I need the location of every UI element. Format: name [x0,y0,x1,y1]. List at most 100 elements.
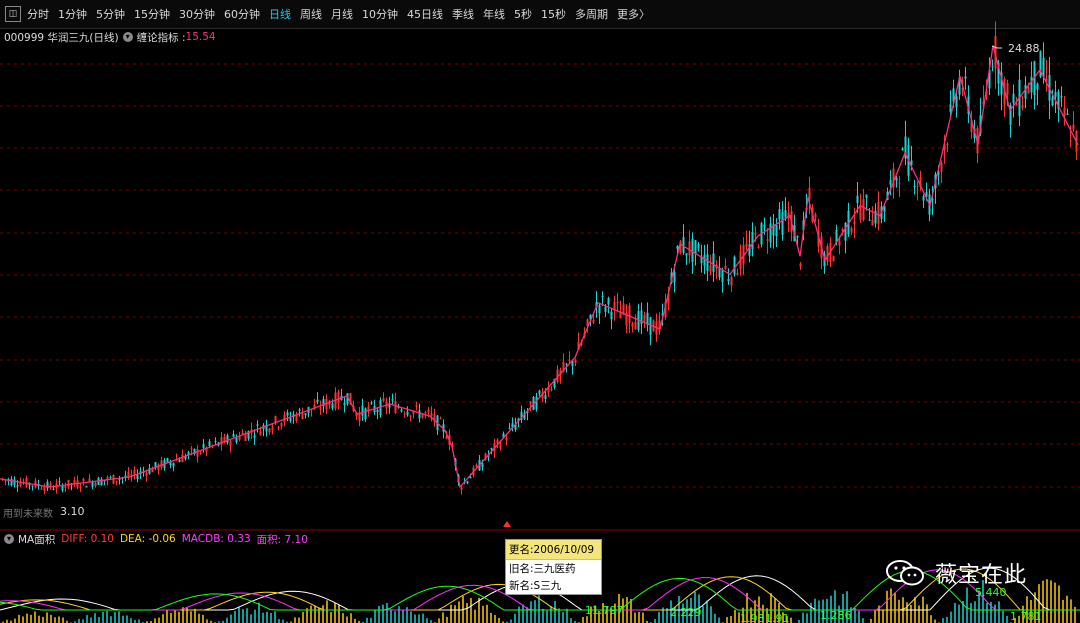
candle-body [280,423,283,427]
candle-body [109,477,112,478]
candle-body [736,272,739,275]
candle-body [712,253,715,272]
candle-body [1030,76,1033,93]
candle-body [796,235,799,238]
candle-body [916,185,919,187]
rename-marker-icon[interactable] [503,521,511,527]
candle-body [406,411,409,416]
candle-body [64,486,67,489]
main-header: 000999 华润三九(日线) ▾ 缠论指标 : 15.54 [4,28,216,46]
candle-body [727,279,730,282]
candle-body [1054,92,1057,97]
candle-body [550,388,553,390]
candle-body [964,76,967,79]
candle-body [370,402,373,404]
candle-body [79,486,82,489]
candle-body [799,263,802,267]
grid-lines [0,63,1080,488]
candle-body [43,487,46,491]
candle-body [757,246,760,248]
candle-body [568,359,571,361]
candle-body [376,409,379,412]
candle-body [13,479,16,485]
candle-body [382,398,385,401]
watermark-text: 薇宝在此 [935,563,1028,588]
tooltip-new-name: 新名:S三九 [509,580,562,592]
candle-body [508,427,511,429]
candle-body [91,481,94,487]
candle-body [1006,83,1009,95]
candle-body [259,431,262,436]
candle-body [946,144,949,145]
macd-value-label: 11.797 [585,604,624,617]
candle-body [82,478,85,482]
candle-body [214,440,217,442]
candle-body [316,399,319,403]
settings-icon[interactable]: ▾ [4,534,14,544]
candle-body [913,186,916,187]
candle-body [1024,84,1027,99]
candle-body [862,199,865,220]
macd-macdb: MACDB: 0.33 [181,533,251,545]
candle-body [67,479,70,488]
candle-body [898,183,901,185]
candle-body [295,415,298,421]
candle-body [769,223,772,243]
candle-body [724,266,727,269]
candle-body [256,424,259,426]
kline-chart[interactable]: 11.797 2.229 1.93 1.91 1.2865.4401.781 [0,0,1080,623]
candle-body [922,196,925,201]
candle-body [688,241,691,256]
candle-body [778,209,781,220]
candle-body [808,187,811,200]
candle-body [199,452,202,454]
candle-body [826,246,829,262]
candle-body [685,253,688,256]
candle-body [841,229,844,231]
candle-body [208,441,211,446]
candle-body [136,474,139,479]
candle-body [361,405,364,416]
candle-body [298,409,301,411]
candle-body [235,437,238,443]
candle-body [814,214,817,218]
candle-body [784,210,787,218]
candle-body [58,481,61,483]
candle-body [229,441,232,446]
candle-body [706,254,709,271]
candle-body [394,400,397,413]
candle-body [418,410,421,419]
candle-body [745,243,748,247]
candle-body [949,104,952,112]
candle-body [856,195,859,203]
candle-body [643,314,646,322]
candle-body [574,360,577,363]
candle-body [721,270,724,283]
candle-body [202,444,205,448]
candle-body [94,482,97,487]
candle-body [766,239,769,241]
watermark: 薇宝在此 [885,557,1027,589]
candle-body [1021,105,1024,108]
candle-body [274,416,277,423]
candle-body [277,427,280,428]
candle-body [31,485,34,487]
candle-body [85,486,88,488]
candle-body [607,298,610,305]
candle-body [364,408,367,420]
candle-body [172,462,175,467]
candle-body [955,96,958,108]
candle-body [241,432,244,434]
candle-body [754,232,757,235]
candle-body [598,304,601,314]
candle-body [850,228,853,233]
candle-body [496,439,499,443]
candle-body [1072,124,1075,130]
candle-body [304,413,307,415]
macd-area: 面积: 7.10 [256,533,308,546]
settings-icon[interactable]: ▾ [122,32,133,42]
macd-value-label: 1.781 [1010,610,1042,623]
candle-body [859,206,862,220]
candle-body [838,240,841,246]
candle-body [1036,83,1039,90]
